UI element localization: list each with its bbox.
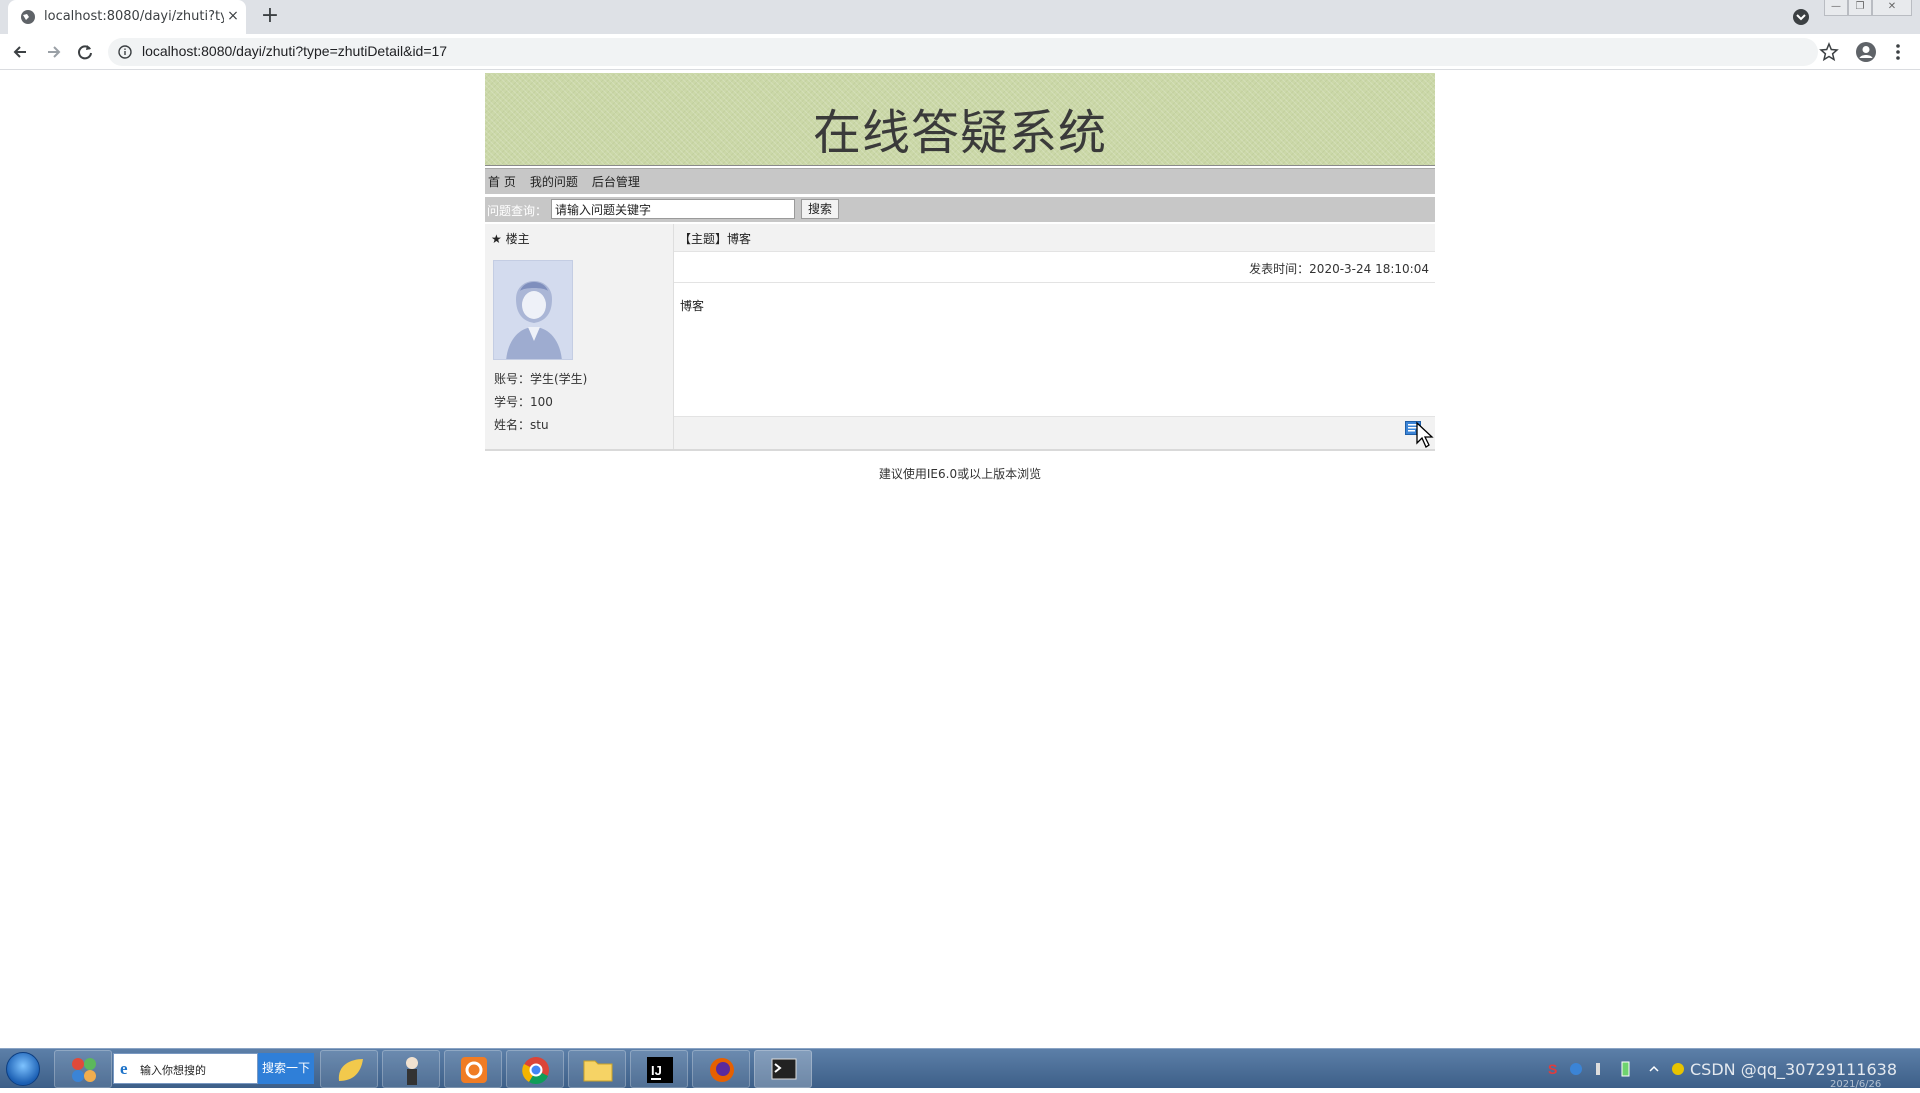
- taskbar: e 输入你想搜的 搜索一下 IJ S CSDN @qq_30729111638 …: [0, 1048, 1920, 1090]
- page-container: 在线答疑系统 首 页 我的问题 后台管理 问题查询： 搜索 ★ 楼主 账: [485, 73, 1435, 482]
- publish-time: 发表时间：2020-3-24 18:10:04: [1249, 262, 1429, 276]
- taskbar-search-text: 输入你想搜的: [140, 1064, 206, 1077]
- close-tab-icon[interactable]: ×: [224, 7, 242, 25]
- chrome-icon: [522, 1057, 549, 1085]
- leaf-icon: [338, 1059, 363, 1081]
- tray-watermark: CSDN @qq_30729111638: [1690, 1060, 1897, 1079]
- user-account: 账号：学生(学生): [494, 372, 588, 386]
- taskbar-app-1[interactable]: [54, 1050, 112, 1088]
- floor-label: ★ 楼主: [491, 232, 530, 246]
- tray-icons: S: [1548, 1061, 1684, 1077]
- profile-icon[interactable]: [1855, 41, 1877, 63]
- person-icon: [406, 1057, 418, 1085]
- avatar: [493, 260, 573, 360]
- post-row: ★ 楼主 账号：学生(学生) 学号：100 姓名：stu 【主题】博客 发表时间…: [485, 224, 1435, 451]
- svg-text:e: e: [120, 1059, 128, 1077]
- taskbar-terminal[interactable]: [754, 1050, 812, 1088]
- taskbar-app-4[interactable]: [444, 1050, 502, 1088]
- search-bar: 问题查询： 搜索: [485, 197, 1435, 222]
- minimize-button[interactable]: —: [1824, 0, 1848, 16]
- info-icon[interactable]: [118, 45, 132, 59]
- search-input[interactable]: [551, 199, 795, 219]
- start-icon[interactable]: [6, 1052, 40, 1086]
- taskbar-explorer[interactable]: [568, 1050, 626, 1088]
- nav-admin[interactable]: 后台管理: [592, 173, 640, 190]
- taskbar-app-3[interactable]: [382, 1050, 440, 1088]
- site-title: 在线答疑系统: [812, 105, 1107, 161]
- topic-footer: [674, 416, 1435, 449]
- user-student-no: 学号：100: [494, 395, 553, 409]
- taskbar-search-button[interactable]: 搜索一下: [258, 1053, 314, 1084]
- globe-icon: [21, 10, 35, 24]
- intellij-icon: IJ: [647, 1057, 673, 1083]
- tray-date: 2021/6/26: [1830, 1079, 1882, 1090]
- restore-button[interactable]: ❐: [1848, 0, 1872, 16]
- window-close-button[interactable]: ✕: [1872, 0, 1912, 16]
- star-icon[interactable]: [1818, 41, 1840, 63]
- browser-toolbar: localhost:8080/dayi/zhuti?type=zhutiDeta…: [0, 34, 1920, 70]
- system-tray: S CSDN @qq_30729111638 2021/6/26: [1540, 1057, 1910, 1090]
- taskbar-intellij[interactable]: IJ: [630, 1050, 688, 1088]
- topic-panel: 【主题】博客 发表时间：2020-3-24 18:10:04 博客: [674, 224, 1435, 449]
- topic-title: 【主题】博客: [679, 232, 752, 246]
- user-name: 姓名：stu: [494, 418, 549, 432]
- search-label: 问题查询：: [487, 204, 548, 218]
- author-panel: ★ 楼主 账号：学生(学生) 学号：100 姓名：stu: [485, 224, 674, 449]
- taskbar-firefox[interactable]: [692, 1050, 750, 1088]
- topic-header: 【主题】博客: [674, 224, 1435, 252]
- search-button[interactable]: 搜索: [801, 199, 839, 219]
- menu-icon[interactable]: [1888, 42, 1908, 62]
- reload-icon[interactable]: [72, 39, 98, 65]
- avatar-portrait-icon: [494, 261, 572, 359]
- url-text: localhost:8080/dayi/zhuti?type=zhutiDeta…: [142, 43, 448, 59]
- svg-text:S: S: [1548, 1061, 1557, 1077]
- taskbar-chrome[interactable]: [506, 1050, 564, 1088]
- firefox-icon: [710, 1058, 734, 1082]
- tab-strip: localhost:8080/dayi/zhuti?type= × + — ❐ …: [0, 0, 1920, 34]
- site-banner: 在线答疑系统: [485, 73, 1435, 165]
- footer-note: 建议使用IE6.0或以上版本浏览: [878, 467, 1042, 481]
- back-icon[interactable]: [8, 39, 34, 65]
- new-tab-button[interactable]: +: [258, 5, 282, 29]
- cursor-icon: [1416, 421, 1434, 448]
- gear-app-icon: [461, 1057, 487, 1083]
- address-bar[interactable]: localhost:8080/dayi/zhuti?type=zhutiDeta…: [108, 38, 1818, 66]
- nav-home[interactable]: 首 页: [488, 173, 516, 190]
- topic-body: 博客: [680, 299, 705, 313]
- main-nav: 首 页 我的问题 后台管理: [485, 168, 1435, 194]
- folder-icon: [583, 1060, 613, 1082]
- nav-my-questions[interactable]: 我的问题: [530, 173, 578, 190]
- svg-text:IJ: IJ: [651, 1063, 662, 1078]
- ie-icon: e: [120, 1059, 128, 1077]
- tab-active[interactable]: localhost:8080/dayi/zhuti?type= ×: [8, 0, 246, 34]
- tab-search-icon[interactable]: [1792, 8, 1810, 26]
- terminal-icon: [771, 1058, 797, 1080]
- taskbar-app-2[interactable]: [320, 1050, 378, 1088]
- forward-icon[interactable]: [40, 39, 66, 65]
- taskbar-search-box[interactable]: e 输入你想搜的: [113, 1053, 258, 1084]
- tab-title: localhost:8080/dayi/zhuti?type=: [44, 9, 224, 24]
- app-tiles-icon: [72, 1058, 96, 1082]
- topic-divider: [674, 282, 1435, 283]
